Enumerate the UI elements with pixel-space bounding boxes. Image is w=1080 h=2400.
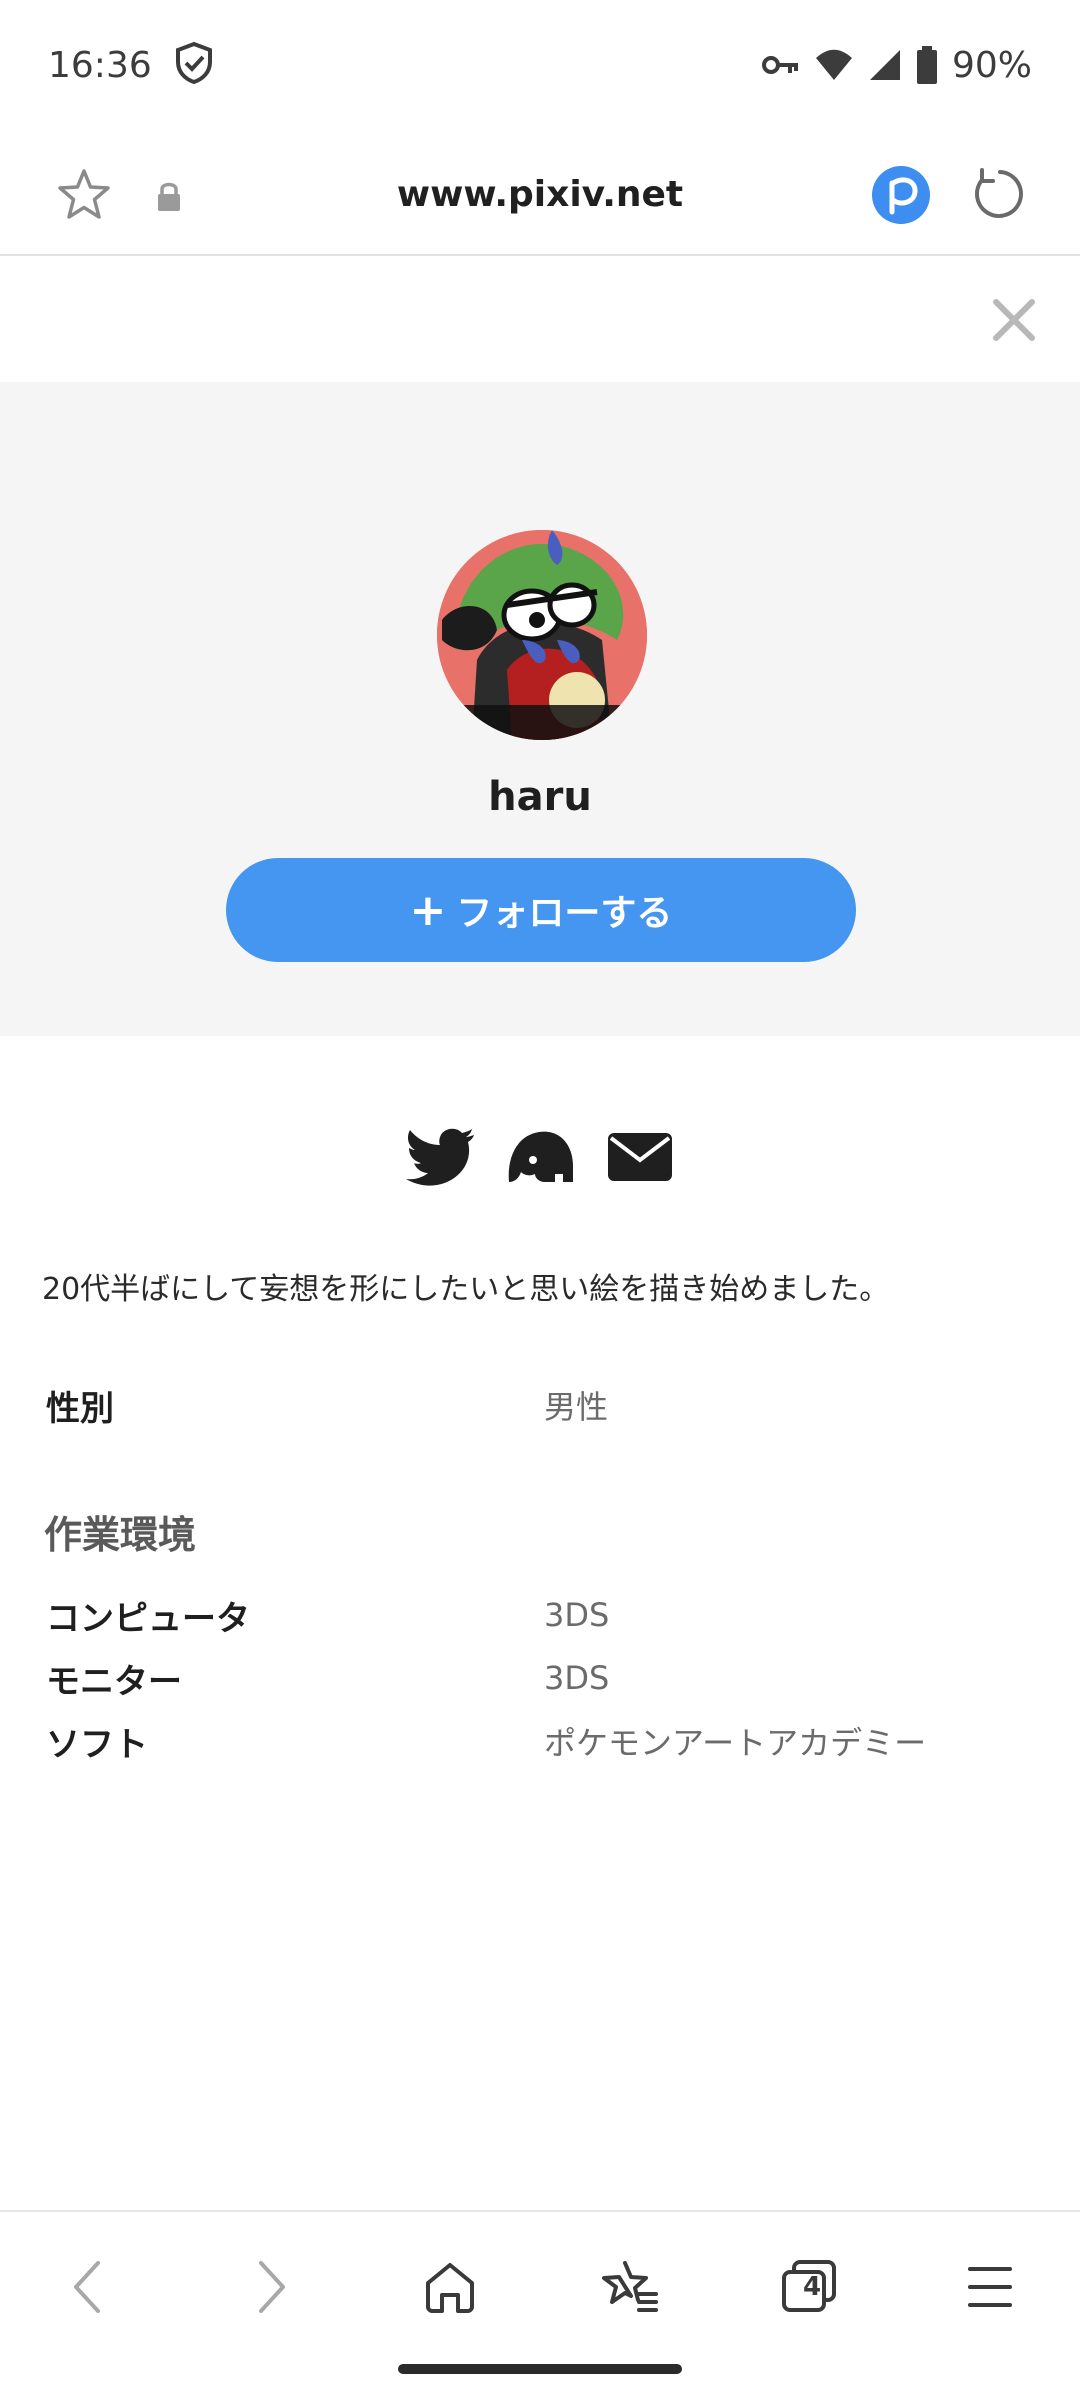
gender-value: 男性 (544, 1388, 609, 1426)
key-icon (761, 53, 800, 77)
close-strip (0, 258, 1080, 382)
status-time: 16:36 (48, 44, 152, 86)
workspace-key: ソフト (46, 1724, 148, 1765)
bio-text: 20代半ばにして妄想を形にしたいと思い絵を描き始めました。 (42, 1272, 890, 1307)
status-bar: 16:36 90% (0, 0, 1080, 130)
status-left: 16:36 (48, 41, 214, 89)
gender-key: 性別 (46, 1388, 114, 1429)
lock-icon (152, 178, 186, 214)
follow-button[interactable]: + フォローする (226, 858, 856, 962)
star-icon[interactable] (54, 166, 114, 222)
battery-icon (916, 46, 938, 84)
workspace-value: ポケモンアートアカデミー (544, 1724, 927, 1762)
tabs-icon[interactable]: 4 (764, 2242, 854, 2332)
reload-icon[interactable] (968, 164, 1026, 222)
mail-icon[interactable] (605, 1122, 675, 1192)
wifi-icon (814, 48, 854, 82)
plus-icon: + (409, 884, 447, 936)
gender-row: 性別 男性 (46, 1378, 1036, 1432)
menu-icon[interactable] (945, 2242, 1035, 2332)
close-icon[interactable] (988, 294, 1040, 346)
username: haru (488, 774, 592, 820)
workspace-key: モニター (46, 1661, 182, 1702)
profile-header: haru + フォローする (0, 382, 1080, 1036)
shield-icon (174, 41, 214, 89)
workspace-row: コンピュータ 3DS (46, 1588, 1036, 1642)
browser-toolbar: www.pixiv.net (0, 130, 1080, 256)
mastodon-icon[interactable] (505, 1122, 575, 1192)
bottom-nav: 4 (0, 2210, 1080, 2340)
tab-count: 4 (802, 2272, 822, 2302)
pixiv-icon[interactable] (872, 166, 930, 224)
battery-percent: 90% (951, 44, 1032, 86)
workspace-row: モニター 3DS (46, 1651, 1036, 1705)
avatar[interactable] (437, 530, 647, 740)
workspace-title: 作業環境 (44, 1513, 197, 1557)
bookmarks-icon[interactable] (585, 2242, 675, 2332)
workspace-key: コンピュータ (46, 1598, 250, 1639)
back-icon[interactable] (43, 2242, 133, 2332)
twitter-icon[interactable] (405, 1122, 475, 1192)
workspace-row: ソフト ポケモンアートアカデミー (46, 1714, 1036, 1768)
social-links (0, 1122, 1080, 1192)
workspace-value: 3DS (544, 1659, 610, 1697)
home-icon[interactable] (405, 2242, 495, 2332)
home-indicator[interactable] (398, 2364, 682, 2374)
workspace-value: 3DS (544, 1596, 610, 1634)
signal-icon (868, 48, 902, 82)
follow-label: フォローする (456, 893, 673, 934)
status-right: 90% (761, 44, 1032, 86)
forward-icon[interactable] (226, 2242, 316, 2332)
